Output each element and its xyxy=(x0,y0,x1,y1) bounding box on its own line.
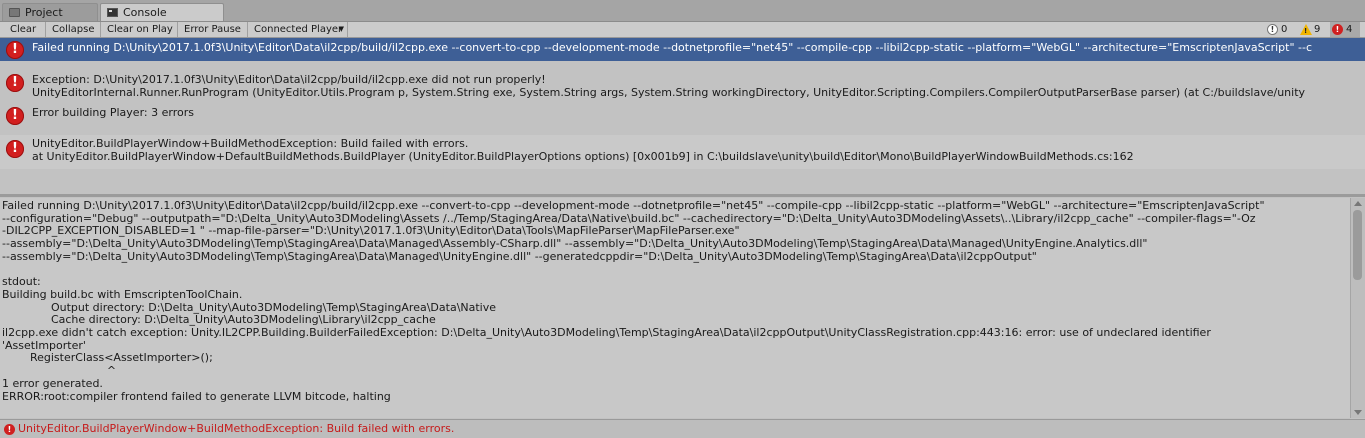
log-entry-line: Error building Player: 3 errors xyxy=(32,106,194,119)
log-entry-line: UnityEditorInternal.Runner.RunProgram (U… xyxy=(32,86,1306,99)
console-log-list: ! Failed running D:\Unity\2017.1.0f3\Uni… xyxy=(0,38,1365,193)
connected-player-dropdown[interactable]: Connected Player ▼ xyxy=(250,22,348,37)
log-entry-line: Failed running D:\Unity\2017.1.0f3\Unity… xyxy=(32,41,1313,54)
log-entry[interactable]: ! Error building Player: 3 errors xyxy=(0,103,1365,125)
log-entry-line: UnityEditor.BuildPlayerWindow+BuildMetho… xyxy=(32,137,469,150)
scroll-down-icon[interactable] xyxy=(1354,410,1362,415)
log-entry-line: Exception: D:\Unity\2017.1.0f3\Unity\Edi… xyxy=(32,73,546,86)
tab-project-label: Project xyxy=(25,6,63,19)
tab-console[interactable]: Console xyxy=(100,3,224,21)
error-icon: ! xyxy=(6,140,24,158)
status-bar[interactable]: ! UnityEditor.BuildPlayerWindow+BuildMet… xyxy=(0,419,1365,438)
dropdown-caret-icon: ▼ xyxy=(338,25,344,33)
clear-on-play-toggle[interactable]: Clear on Play xyxy=(103,22,178,37)
tab-console-label: Console xyxy=(123,6,167,19)
warning-count: 9 xyxy=(1314,24,1321,35)
log-entry[interactable]: ! Failed running D:\Unity\2017.1.0f3\Uni… xyxy=(0,38,1365,61)
connected-player-label: Connected Player xyxy=(254,24,343,35)
tab-project[interactable]: Project xyxy=(2,3,98,21)
info-count: 0 xyxy=(1281,24,1288,35)
warning-icon: ! xyxy=(1300,24,1312,35)
scrollbar-thumb[interactable] xyxy=(1353,210,1362,280)
info-count-toggle[interactable]: ! 0 xyxy=(1265,22,1295,37)
log-detail-text: Failed running D:\Unity\2017.1.0f3\Unity… xyxy=(2,199,1265,403)
console-toolbar: Clear Collapse Clear on Play Error Pause… xyxy=(0,22,1365,38)
warning-count-toggle[interactable]: ! 9 xyxy=(1298,22,1328,37)
pane-splitter[interactable] xyxy=(0,194,1365,197)
detail-scrollbar[interactable] xyxy=(1350,198,1365,418)
info-icon: ! xyxy=(1267,24,1278,35)
error-count-toggle[interactable]: ! 4 xyxy=(1330,22,1360,37)
console-icon xyxy=(107,8,118,17)
status-message: UnityEditor.BuildPlayerWindow+BuildMetho… xyxy=(18,422,455,435)
clear-button[interactable]: Clear xyxy=(6,22,46,37)
error-icon: ! xyxy=(6,41,24,59)
scroll-up-icon[interactable] xyxy=(1354,201,1362,206)
project-icon xyxy=(9,8,20,17)
error-icon: ! xyxy=(4,424,15,435)
log-entry[interactable]: ! Exception: D:\Unity\2017.1.0f3\Unity\E… xyxy=(0,71,1365,101)
error-icon: ! xyxy=(1332,24,1343,35)
error-pause-toggle[interactable]: Error Pause xyxy=(180,22,248,37)
error-count: 4 xyxy=(1346,24,1353,35)
log-detail-pane: Failed running D:\Unity\2017.1.0f3\Unity… xyxy=(0,198,1350,418)
log-entry[interactable]: ! UnityEditor.BuildPlayerWindow+BuildMet… xyxy=(0,135,1365,169)
tab-bar: Project Console xyxy=(0,0,1365,22)
collapse-toggle[interactable]: Collapse xyxy=(48,22,101,37)
log-entry-line: at UnityEditor.BuildPlayerWindow+Default… xyxy=(32,150,1134,163)
error-icon: ! xyxy=(6,74,24,92)
error-icon: ! xyxy=(6,107,24,125)
